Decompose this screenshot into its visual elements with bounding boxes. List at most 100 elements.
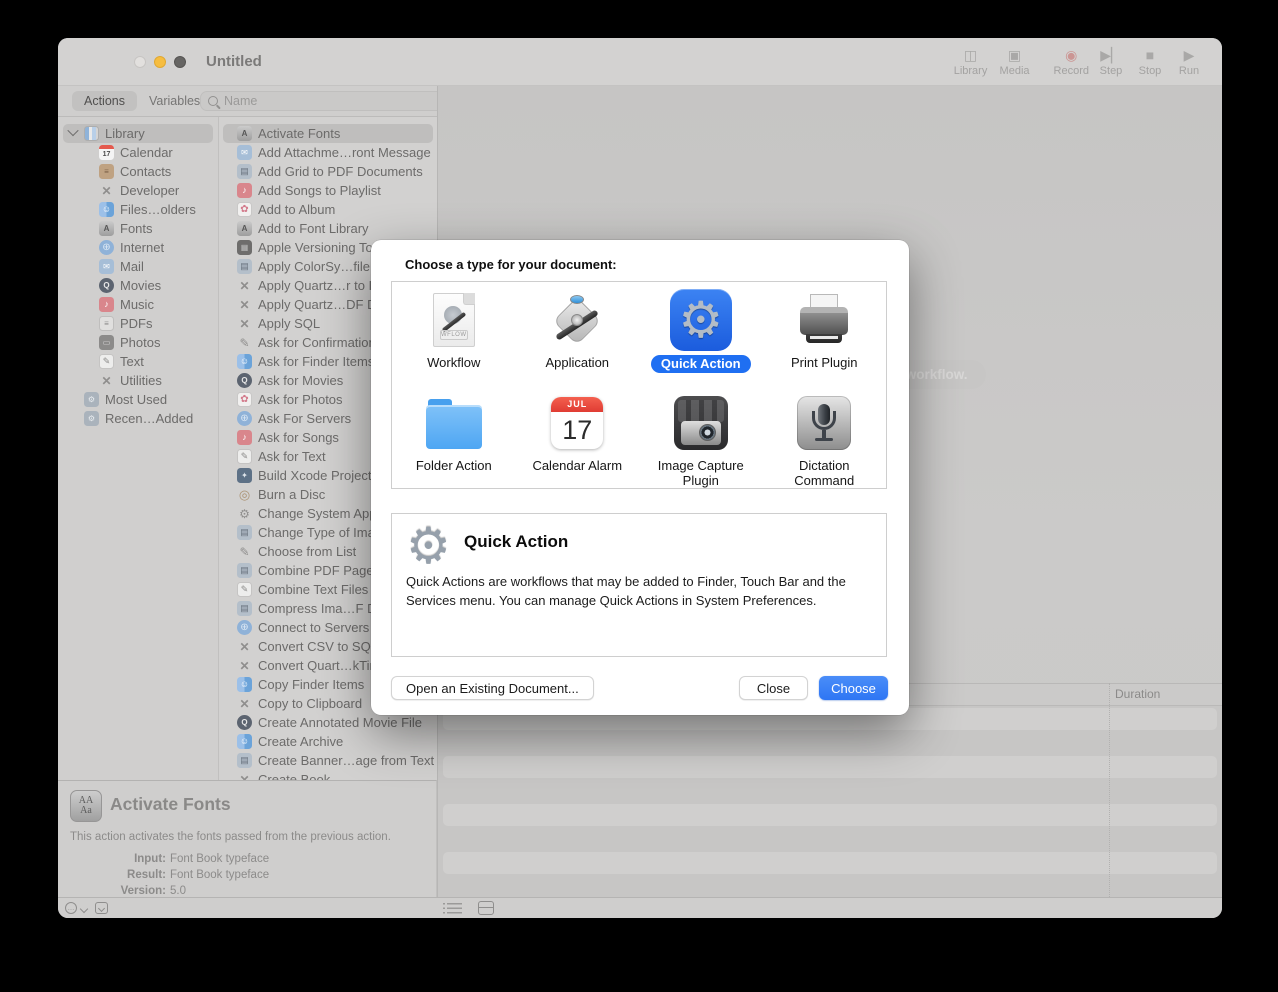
detail-field-value: Font Book typeface [170,853,270,865]
action-item-create-annotated-movie-file[interactable]: Q Create Annotated Movie File [219,713,437,732]
action-item-label: Ask For Servers [258,411,352,426]
minimize-button[interactable] [154,56,166,68]
action-item-label: Burn a Disc [258,487,326,502]
action-item-label: Add Grid to PDF Documents [258,164,423,179]
log-row [443,732,1217,754]
library-sidebar: Library 17 Calendar ≡ Contacts ✕ Developer ☺ Fil… [58,117,219,780]
variables-view-icon[interactable] [478,901,494,915]
xtools-icon: ✕ [239,696,250,711]
calendar-icon: JUL 17 [551,397,604,449]
action-options-icon[interactable]: … [65,902,77,914]
info-title: Quick Action [464,532,569,551]
action-item-create-banner-age-from-text[interactable]: ▤ Create Banner…age from Text [219,751,437,770]
action-item-label: Ask for Text [258,449,326,464]
library-icon [84,126,99,141]
log-row [443,876,1217,897]
detail-field-label: Result: [127,869,166,881]
detail-title: Activate Fonts [110,794,231,814]
log-column-divider [1109,683,1110,897]
action-item-create-archive[interactable]: ☺ Create Archive [219,732,437,751]
doc-type-workflow[interactable]: WFLOW Workflow [392,282,516,385]
toolbar-media-button[interactable]: ▣ Media [998,45,1032,77]
chevron-down-icon[interactable] [67,124,79,137]
filter-bar: Actions Variables Name [58,86,472,117]
choose-button[interactable]: Choose [819,676,888,700]
quick-action-gear-icon: ⚙ [406,518,451,574]
action-item-label: Ask for Photos [258,392,343,407]
doc-type-dictation-command[interactable]: Dictation Command [763,385,887,488]
search-input[interactable]: Name [200,91,472,111]
close-button[interactable] [134,56,146,68]
sidebar-item-label: Music [120,297,154,312]
sidebar-item-calendar[interactable]: 17 Calendar [58,143,218,162]
close-button-dialog[interactable]: Close [739,676,808,700]
burn-icon: ◎ [238,487,251,502]
xtools-icon: ✕ [239,658,250,673]
finder-icon: ☺ [237,354,252,369]
doc-type-label: Workflow [427,355,481,370]
sidebar-item-music[interactable]: ♪ Music [58,295,218,314]
text-icon: ✎ [237,449,252,464]
doc-type-application[interactable]: Application [516,282,640,385]
sidebar-item-photos[interactable]: ▭ Photos [58,333,218,352]
automator-window: Untitled ◫ Library ▣ Media ◉ Record ▶▏ Step ■ Sto… [58,38,1222,918]
toolbar-record-button[interactable]: ◉ Record [1054,45,1089,77]
quicktime-icon: Q [237,373,252,388]
finder-icon: ☺ [99,202,114,217]
sidebar-item-most-used[interactable]: ⚙ Most Used [58,390,218,409]
action-item-label: Add to Album [258,202,336,217]
sidebar-item-developer[interactable]: ✕ Developer [58,181,218,200]
zoom-button[interactable] [174,56,186,68]
action-item-add-to-album[interactable]: ✿ Add to Album [219,200,437,219]
sidebar-item-fonts[interactable]: A Fonts [58,219,218,238]
doc-type-quick-action[interactable]: ⚙ Quick Action [639,282,763,385]
sidebar-item-utilities[interactable]: ✕ Utilities [58,371,218,390]
sidebar-item-text[interactable]: ✎ Text [58,352,218,371]
action-item-create-book[interactable]: ✕ Create Book [219,770,437,780]
quick-action-gear-icon: ⚙ [678,292,724,348]
action-item-label: Ask for Songs [258,430,339,445]
calendar-month: JUL [551,397,604,412]
action-item-add-attachme-ront-message[interactable]: ✉ Add Attachme…ront Message [219,143,437,162]
open-existing-document-button[interactable]: Open an Existing Document... [391,676,594,700]
action-item-label: Add to Font Library [258,221,369,236]
action-item-activate-fonts[interactable]: A Activate Fonts [219,124,437,143]
sidebar-item-movies[interactable]: Q Movies [58,276,218,295]
detail-field-result: Result: Font Book typeface [58,867,426,883]
sidebar-item-recen-added[interactable]: ⚙ Recen…Added [58,409,218,428]
toolbar-run-button[interactable]: ▶ Run [1172,45,1206,77]
titlebar: Untitled ◫ Library ▣ Media ◉ Record ▶▏ Step ■ Sto… [58,38,1222,86]
sidebar-item-contacts[interactable]: ≡ Contacts [58,162,218,181]
music-icon: ♪ [99,297,114,312]
sidebar-item-files-olders[interactable]: ☺ Files…olders [58,200,218,219]
toolbar-library-button[interactable]: ◫ Library [954,45,988,77]
doc-type-image-capture-plugin[interactable]: Image Capture Plugin [639,385,763,488]
doc-type-label: Application [545,355,610,370]
toolbar-stop-button[interactable]: ■ Stop [1133,45,1167,77]
sidebar-item-internet[interactable]: ⊕ Internet [58,238,218,257]
toolbar-step-button[interactable]: ▶▏ Step [1094,45,1128,77]
action-item-add-grid-to-pdf-documents[interactable]: ▤ Add Grid to PDF Documents [219,162,437,181]
doc-type-print-plugin[interactable]: Print Plugin [763,282,887,385]
log-view-icon[interactable] [443,903,462,914]
dialog-title: Choose a type for your document: [405,257,617,272]
collapse-panel-icon[interactable] [95,902,108,914]
tab-actions[interactable]: Actions [72,91,137,111]
action-item-label: Apple Versioning Tool [258,240,383,255]
chevron-down-icon[interactable] [79,904,89,914]
sidebar-item-library[interactable]: Library [58,124,218,143]
icon-text-2: Aa [80,805,92,816]
action-description-panel: AA Aa Activate Fonts This action activat… [58,780,437,897]
microphone-icon [797,396,852,450]
run-icon: ▶ [1183,47,1195,63]
activate-fonts-icon: AA Aa [70,790,102,822]
sidebar-item-mail[interactable]: ✉ Mail [58,257,218,276]
doc-type-label: Calendar Alarm [532,458,623,473]
action-item-add-to-font-library[interactable]: A Add to Font Library [219,219,437,238]
sidebar-item-pdfs[interactable]: ≡ PDFs [58,314,218,333]
action-item-add-songs-to-playlist[interactable]: ♪ Add Songs to Playlist [219,181,437,200]
action-item-label: Ask for Finder Items [258,354,375,369]
doc-type-calendar-alarm[interactable]: JUL 17 Calendar Alarm [516,385,640,488]
preview-icon: ▤ [237,525,252,540]
doc-type-folder-action[interactable]: Folder Action [392,385,516,488]
